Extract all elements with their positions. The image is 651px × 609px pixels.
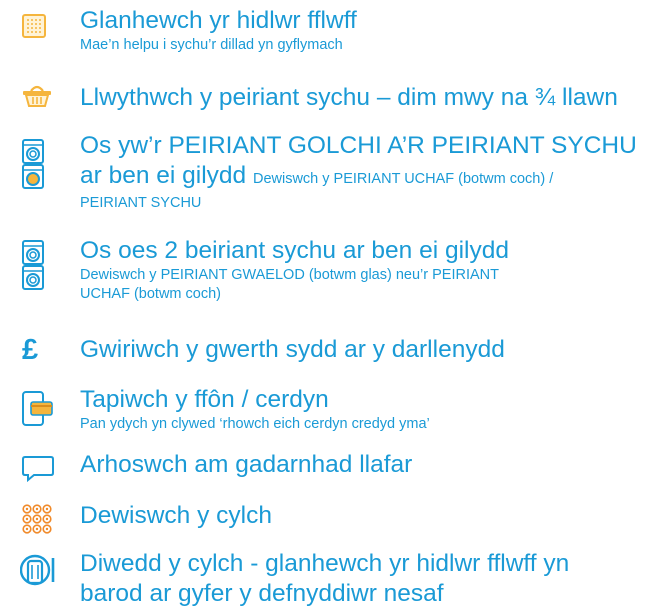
step-text: Diwedd y cylch - glanhewch yr hidlwr ffl… xyxy=(80,549,645,609)
speech-bubble-icon xyxy=(22,456,54,482)
step-detail: Mae’n helpu i sychu’r dillad yn gyflymac… xyxy=(80,37,343,53)
step-text: Os yw’r PEIRIANT GOLCHI A’R PEIRIANT SYC… xyxy=(80,131,645,213)
step-text: Arhoswch am gadarnhad llafar xyxy=(80,450,645,480)
keypad-icon xyxy=(22,504,52,534)
step-detail-line2: UCHAF (botwm coch) xyxy=(80,286,221,302)
step-title-line2: ar ben ei gilydd Dewiswch y PEIRIANT UCH… xyxy=(80,161,645,194)
step-title: Gwiriwch y gwerth sydd ar y darllenydd xyxy=(80,336,505,363)
step-text: Os oes 2 beiriant sychu ar ben ei gilydd… xyxy=(80,236,645,304)
drum-filter-icon xyxy=(20,553,55,587)
step-title: Os yw’r PEIRIANT GOLCHI A’R PEIRIANT SYC… xyxy=(80,132,637,159)
step-text: Gwiriwch y gwerth sydd ar y darllenydd xyxy=(80,335,645,365)
lint-filter-icon xyxy=(22,14,52,38)
step-text: Llwythwch y peiriant sychu – dim mwy na … xyxy=(80,83,645,113)
step-detail: PEIRIANT SYCHU xyxy=(80,195,202,211)
laundry-basket-icon xyxy=(22,83,52,107)
step-text: Glanhewch yr hidlwr fflwff Mae’n helpu i… xyxy=(80,6,645,55)
step-title: Os oes 2 beiriant sychu ar ben ei gilydd xyxy=(80,237,509,264)
step-detail: Dewiswch y PEIRIANT GWAELOD (botwm glas)… xyxy=(80,267,499,283)
step-detail-inline: Dewiswch y PEIRIANT UCHAF (botwm coch) / xyxy=(252,171,554,187)
stacked-dryers-icon xyxy=(22,240,52,290)
step-title: Diwedd y cylch - glanhewch yr hidlwr ffl… xyxy=(80,550,570,577)
step-title: Glanhewch yr hidlwr fflwff xyxy=(80,7,357,34)
step-title: Llwythwch y peiriant sychu – dim mwy na … xyxy=(80,84,618,111)
step-title: Tapiwch y ffôn / cerdyn xyxy=(80,386,329,413)
step-text: Dewiswch y cylch xyxy=(80,501,645,531)
phone-card-icon xyxy=(22,391,53,427)
step-title-line2: barod ar gyfer y defnyddiwr nesaf xyxy=(80,580,444,607)
step-text: Tapiwch y ffôn / cerdyn Pan ydych yn cly… xyxy=(80,385,645,434)
step-title: Dewiswch y cylch xyxy=(80,502,272,529)
step-title-cont: ar ben ei gilydd xyxy=(80,162,247,189)
step-title: Arhoswch am gadarnhad llafar xyxy=(80,451,413,478)
stacked-washer-dryer-icon xyxy=(22,139,52,189)
pound-icon: £ xyxy=(22,334,39,366)
step-detail: Pan ydych yn clywed ‘rhowch eich cerdyn … xyxy=(80,416,430,432)
